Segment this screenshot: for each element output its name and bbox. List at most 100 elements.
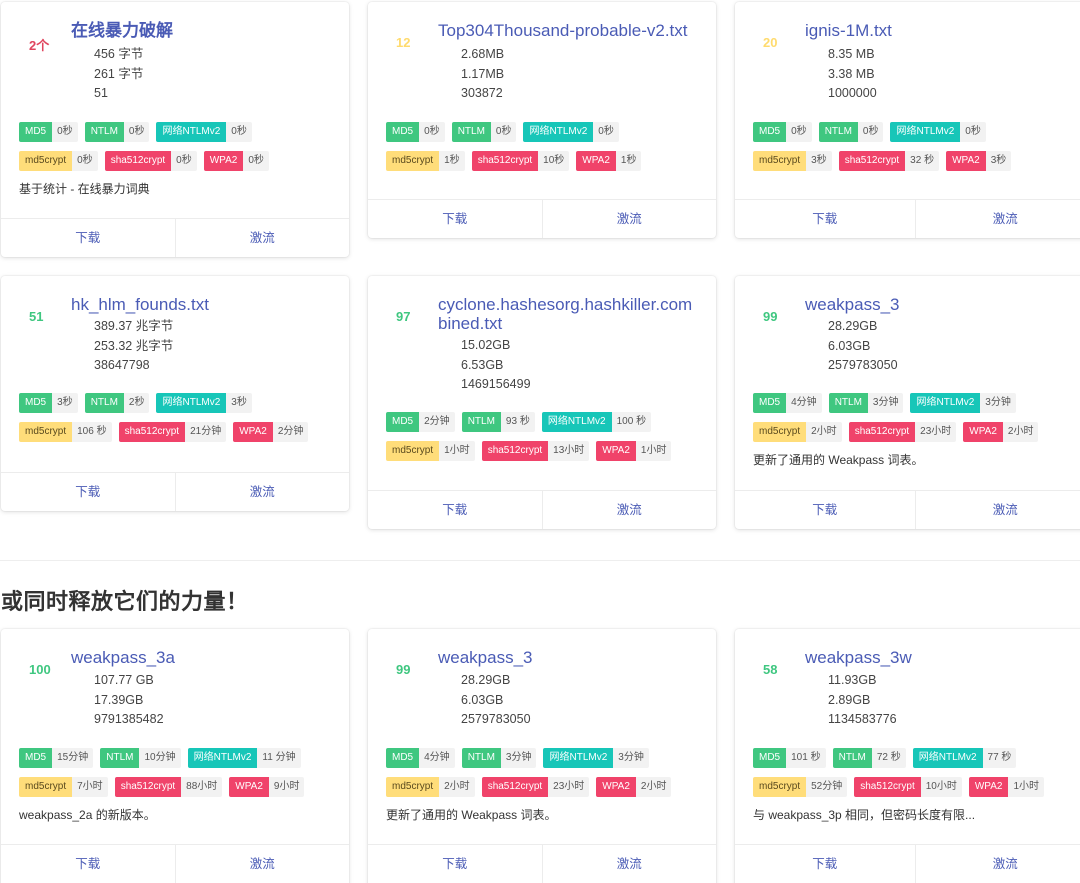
crack-time-value: 101 秒 bbox=[786, 748, 826, 768]
hash-time-row: MD5 0秒 NTLM 0秒 网络NTLMv2 0秒 bbox=[19, 122, 341, 142]
rank-badge: 99 bbox=[396, 662, 411, 677]
hash-time-tag-md5: MD5 2分钟 bbox=[386, 412, 455, 432]
hash-time-row: md5crypt 106 秒 sha512crypt 21分钟 WPA2 2分钟 bbox=[19, 422, 341, 442]
hash-time-tag-wpa: WPA2 2小时 bbox=[963, 422, 1039, 442]
crack-time-value: 0秒 bbox=[123, 122, 150, 142]
hash-type-label: WPA2 bbox=[203, 151, 244, 171]
crack-time-value: 3秒 bbox=[806, 151, 832, 171]
crack-time-value: 0秒 bbox=[171, 151, 197, 171]
wordlist-description: 更新了通用的 Weakpass 词表。 bbox=[753, 453, 924, 467]
compressed-size: 17.39GB bbox=[94, 692, 144, 707]
crack-time-value: 52分钟 bbox=[806, 777, 848, 797]
compressed-size: 253.32 兆字节 bbox=[94, 338, 174, 353]
hash-time-tag-wpa: WPA2 3秒 bbox=[946, 151, 1012, 171]
card-actions: 下载 激流 bbox=[735, 844, 1080, 883]
crack-time-value: 72 秒 bbox=[871, 748, 906, 768]
crack-time-value: 2小时 bbox=[635, 777, 672, 797]
crack-time-value: 1秒 bbox=[439, 151, 465, 171]
torrent-button[interactable]: 激流 bbox=[541, 491, 717, 529]
crack-time-value: 0秒 bbox=[72, 151, 98, 171]
hash-time-tag-sha: sha512crypt 23小时 bbox=[481, 777, 590, 797]
torrent-button[interactable]: 激流 bbox=[914, 845, 1080, 883]
torrent-button[interactable]: 激流 bbox=[174, 219, 350, 257]
card-actions: 下载 激流 bbox=[1, 218, 349, 257]
wordlist-title-link[interactable]: 在线暴力破解 bbox=[71, 21, 331, 40]
download-button[interactable]: 下载 bbox=[368, 200, 542, 238]
word-count: 303872 bbox=[461, 86, 503, 100]
wordlist-stats: 107.77 GB 17.39GB 9791385482 bbox=[94, 671, 164, 730]
hash-type-label: sha512crypt bbox=[838, 151, 906, 171]
crack-time-value: 106 秒 bbox=[72, 422, 112, 442]
hash-time-row: md5crypt 3秒 sha512crypt 32 秒 WPA2 3秒 bbox=[753, 151, 1080, 171]
compressed-size: 6.03GB bbox=[461, 692, 504, 707]
download-button[interactable]: 下载 bbox=[735, 200, 915, 238]
download-button[interactable]: 下载 bbox=[368, 491, 542, 529]
file-size: 107.77 GB bbox=[94, 673, 154, 687]
wordlist-card: 97 cyclone.hashesorg.hashkiller.combined.… bbox=[368, 276, 716, 529]
crack-time-value: 2小时 bbox=[1002, 422, 1039, 442]
hash-type-label: md5crypt bbox=[19, 777, 73, 797]
hash-type-label: sha512crypt bbox=[471, 151, 539, 171]
card-actions: 下载 激流 bbox=[1, 844, 349, 883]
download-button[interactable]: 下载 bbox=[735, 491, 915, 529]
hash-time-tag-ntlm: NTLM 72 秒 bbox=[832, 748, 906, 768]
word-count: 38647798 bbox=[94, 358, 150, 372]
hash-time-tag-mdc: md5crypt 106 秒 bbox=[19, 422, 112, 442]
hash-time-tag-ntlm: NTLM 93 秒 bbox=[461, 412, 535, 432]
hash-type-label: md5crypt bbox=[19, 151, 73, 171]
hash-time-row: md5crypt 7小时 sha512crypt 88小时 WPA2 9小时 bbox=[19, 777, 341, 797]
wordlist-title-link[interactable]: weakpass_3 bbox=[805, 295, 1077, 314]
crack-time-value: 3分钟 bbox=[613, 748, 649, 768]
wordlist-title-link[interactable]: Top304Thousand-probable-v2.txt bbox=[438, 21, 698, 40]
crack-time-value: 1小时 bbox=[439, 441, 475, 461]
torrent-button[interactable]: 激流 bbox=[541, 200, 717, 238]
compressed-size: 261 字节 bbox=[94, 66, 144, 81]
torrent-button[interactable]: 激流 bbox=[174, 473, 350, 511]
wordlist-title-link[interactable]: hk_hlm_founds.txt bbox=[71, 295, 331, 314]
download-button[interactable]: 下载 bbox=[1, 473, 175, 511]
download-button[interactable]: 下载 bbox=[368, 845, 542, 883]
hash-time-tag-ntlm: NTLM 2秒 bbox=[84, 393, 150, 413]
hash-time-tag-mdc: md5crypt 2小时 bbox=[753, 422, 842, 442]
crack-time-value: 23小时 bbox=[915, 422, 957, 442]
wordlist-title-link[interactable]: weakpass_3w bbox=[805, 648, 1077, 667]
file-size: 8.35 MB bbox=[828, 47, 875, 61]
file-size: 28.29GB bbox=[461, 673, 511, 687]
download-button[interactable]: 下载 bbox=[735, 845, 915, 883]
wordlist-title-link[interactable]: cyclone.hashesorg.hashkiller.combined.tx… bbox=[438, 295, 698, 333]
hash-time-tag-sha: sha512crypt 23小时 bbox=[848, 422, 957, 442]
wordlist-stats: 456 字节 261 字节 51 bbox=[94, 45, 143, 104]
word-count: 1000000 bbox=[828, 86, 877, 100]
wordlist-stats: 15.02GB 6.53GB 1469156499 bbox=[461, 336, 531, 395]
compressed-size: 6.53GB bbox=[461, 357, 504, 372]
hash-time-tag-ntv2: 网络NTLMv2 77 秒 bbox=[912, 748, 1017, 768]
card-actions: 下载 激流 bbox=[735, 490, 1080, 529]
crack-time-value: 1小时 bbox=[635, 441, 672, 461]
crack-time-value: 3分钟 bbox=[500, 748, 537, 768]
wordlist-title-link[interactable]: weakpass_3a bbox=[71, 648, 331, 667]
hash-time-tag-mdc: md5crypt 1小时 bbox=[386, 441, 475, 461]
torrent-button[interactable]: 激流 bbox=[174, 845, 350, 883]
hash-time-tag-wpa: WPA2 1小时 bbox=[596, 441, 672, 461]
hash-time-tag-wpa: WPA2 1秒 bbox=[576, 151, 642, 171]
download-button[interactable]: 下载 bbox=[1, 845, 175, 883]
wordlist-card: 20 ignis-1M.txt 8.35 MB 3.38 MB 1000000 MD5 0秒… bbox=[735, 2, 1080, 238]
torrent-button[interactable]: 激流 bbox=[914, 491, 1080, 529]
hash-time-tag-sha: sha512crypt 10秒 bbox=[471, 151, 570, 171]
torrent-button[interactable]: 激流 bbox=[541, 845, 717, 883]
word-count: 1134583776 bbox=[828, 712, 897, 726]
download-button[interactable]: 下载 bbox=[1, 219, 175, 257]
hash-type-label: sha512crypt bbox=[118, 422, 186, 442]
hash-type-label: MD5 bbox=[19, 393, 53, 413]
crack-time-value: 10小时 bbox=[920, 777, 962, 797]
hash-time-row: md5crypt 2小时 sha512crypt 23小时 WPA2 2小时 bbox=[753, 422, 1080, 442]
torrent-button[interactable]: 激流 bbox=[914, 200, 1080, 238]
hash-time-tag-mdc: md5crypt 0秒 bbox=[19, 151, 98, 171]
hash-type-label: 网络NTLMv2 bbox=[523, 122, 594, 142]
hash-type-label: 网络NTLMv2 bbox=[543, 748, 614, 768]
hash-time-row: MD5 101 秒 NTLM 72 秒网络NTLMv2 77 秒 bbox=[753, 748, 1080, 768]
wordlist-title-link[interactable]: ignis-1M.txt bbox=[805, 21, 1077, 40]
crack-time-value: 0秒 bbox=[593, 122, 619, 142]
wordlist-title-link[interactable]: weakpass_3 bbox=[438, 648, 698, 667]
hash-time-tag-sha: sha512crypt 32 秒 bbox=[838, 151, 940, 171]
